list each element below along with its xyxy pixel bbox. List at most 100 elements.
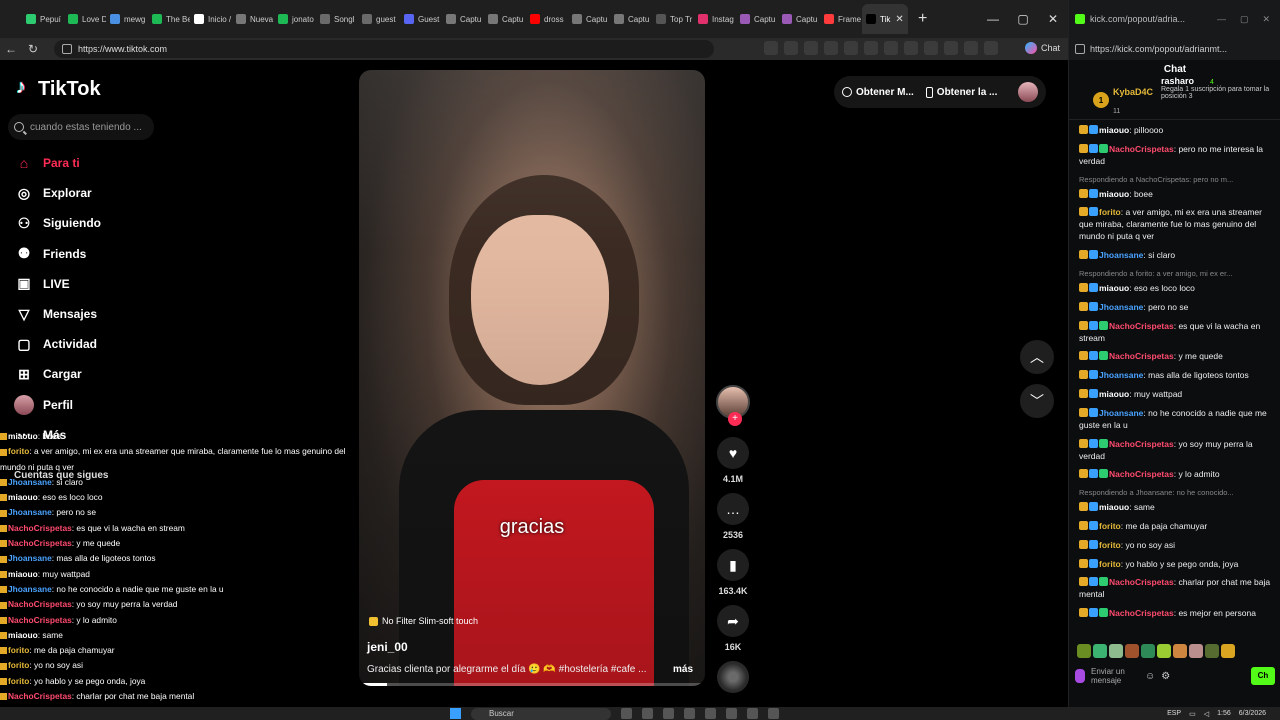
chat-username[interactable]: forito — [1099, 559, 1121, 569]
app-icon[interactable] — [705, 708, 716, 719]
reload-icon[interactable]: ↻ — [22, 42, 44, 56]
chat-username[interactable]: NachoCrispetas — [1109, 144, 1174, 154]
follow-plus-icon[interactable]: + — [728, 412, 742, 426]
favorites-icon[interactable] — [964, 41, 978, 55]
chat-message[interactable]: NachoCrispetas: yo soy muy perra la verd… — [1079, 438, 1277, 462]
chat-message[interactable]: miaouo: eso es loco loco — [1079, 282, 1277, 294]
browser-tab[interactable]: The Be — [148, 4, 190, 34]
chat-message[interactable]: Jhoansane: no he conocido a nadie que me… — [1079, 407, 1277, 431]
emote-icon[interactable] — [1173, 644, 1187, 658]
extension-icon[interactable] — [764, 41, 778, 55]
sidebar-item[interactable]: ⚇ Siguiendo — [14, 208, 194, 238]
browser-tab[interactable]: Songl — [316, 4, 358, 34]
emoji-icon[interactable]: ☺ — [1145, 671, 1155, 682]
browser-tab[interactable]: Captu — [778, 4, 820, 34]
browser-tab[interactable]: jonato — [274, 4, 316, 34]
emote-icon[interactable] — [1205, 644, 1219, 658]
chat-message[interactable]: NachoCrispetas: y lo admito — [1079, 468, 1277, 480]
browser-tab[interactable]: Captu — [610, 4, 652, 34]
creator-profile[interactable]: + — [712, 385, 754, 426]
chat-message[interactable]: NachoCrispetas: charlar por chat me baja… — [1079, 576, 1277, 600]
chat-message[interactable]: miaouo: pilloooo — [1079, 124, 1277, 136]
volume-icon[interactable]: ◁ — [1204, 710, 1209, 718]
maximize-button[interactable]: ▢ — [1240, 14, 1249, 25]
sidebar-item[interactable]: ⚉ Friends — [14, 239, 194, 269]
clock-time[interactable]: 1:56 — [1217, 710, 1231, 717]
app-icon[interactable] — [747, 708, 758, 719]
comment-button[interactable]: … 2536 — [712, 493, 754, 540]
minimize-button[interactable]: — — [1217, 14, 1226, 25]
browser-tab[interactable]: Captu — [484, 4, 526, 34]
back-icon[interactable]: ← — [0, 42, 22, 56]
taskbar-search[interactable]: Buscar — [471, 707, 611, 720]
get-coins-button[interactable]: Obtener M... — [842, 87, 914, 98]
start-icon[interactable] — [450, 708, 461, 719]
chat-username[interactable]: miaouo — [1099, 125, 1129, 135]
user-avatar[interactable] — [1018, 82, 1038, 102]
chat-username[interactable]: forito — [1099, 540, 1121, 550]
video-progress-bar[interactable] — [359, 683, 705, 686]
emote-icon[interactable] — [1125, 644, 1139, 658]
chat-message[interactable]: miaouo: muy wattpad — [1079, 388, 1277, 400]
browser-tab[interactable]: Instag — [694, 4, 736, 34]
browser-tab[interactable]: Captu — [442, 4, 484, 34]
gift-leaderboard-slot[interactable]: rasharo 4 Regala 1 suscripción para toma… — [1161, 76, 1271, 100]
sidebar-item[interactable]: ◎ Explorar — [14, 178, 194, 208]
maximize-button[interactable]: ▢ — [1008, 12, 1038, 26]
close-button[interactable]: ✕ — [1038, 12, 1068, 26]
chat-username[interactable]: Jhoansane — [1099, 370, 1143, 380]
browser-tab[interactable]: Captu — [568, 4, 610, 34]
browser-tab[interactable]: Nueva — [232, 4, 274, 34]
emote-icon[interactable] — [1141, 644, 1155, 658]
extension-icon[interactable] — [924, 41, 938, 55]
chat-username[interactable]: NachoCrispetas — [1109, 439, 1174, 449]
chat-message[interactable]: miaouo: same — [1079, 501, 1277, 513]
sidebar-item[interactable]: ⌂ Para ti — [14, 148, 194, 178]
send-chat-button[interactable]: Ch — [1251, 667, 1275, 685]
previous-video-button[interactable]: ︿ — [1020, 340, 1054, 374]
chat-username[interactable]: NachoCrispetas — [1109, 608, 1174, 618]
app-icon[interactable] — [642, 708, 653, 719]
chat-message[interactable]: NachoCrispetas: es que vi la wacha en st… — [1079, 320, 1277, 344]
like-button[interactable]: ♥ 4.1M — [712, 437, 754, 484]
next-video-button[interactable]: ﹀ — [1020, 384, 1054, 418]
more-link[interactable]: más — [673, 664, 693, 675]
chat-message[interactable]: forito: yo hablo y se pego onda, joya — [1079, 558, 1277, 570]
extension-icon[interactable] — [864, 41, 878, 55]
extension-icon[interactable] — [884, 41, 898, 55]
chat-input[interactable]: Enviar un mensaje — [1091, 667, 1139, 685]
chat-message[interactable]: NachoCrispetas: pero no me interesa la v… — [1079, 143, 1277, 167]
browser-tab[interactable]: dross — [526, 4, 568, 34]
language-indicator[interactable]: ESP — [1167, 710, 1181, 717]
sidebar-item[interactable]: ▽ Mensajes — [14, 299, 194, 329]
chat-message[interactable]: NachoCrispetas: y me quede — [1079, 350, 1277, 362]
app-icon[interactable] — [621, 708, 632, 719]
browser-tab[interactable]: Top Tr — [652, 4, 694, 34]
mic-icon[interactable] — [1075, 669, 1085, 683]
save-button[interactable]: ▮ 163.4K — [712, 549, 754, 596]
settings-icon[interactable]: ⚙ — [1161, 671, 1170, 682]
browser-tab[interactable]: guest — [358, 4, 400, 34]
chat-username[interactable]: NachoCrispetas — [1109, 321, 1174, 331]
app-icon[interactable] — [663, 708, 674, 719]
chat-username[interactable]: miaouo — [1099, 389, 1129, 399]
copilot-button[interactable]: Chat — [1024, 42, 1060, 54]
chat-message[interactable]: forito: a ver amigo, mi ex era una strea… — [1079, 206, 1277, 242]
network-icon[interactable]: ▭ — [1189, 710, 1196, 718]
extension-icon[interactable] — [904, 41, 918, 55]
chat-username[interactable]: NachoCrispetas — [1109, 577, 1174, 587]
kick-address-bar[interactable]: https://kick.com/popout/adrianmt... — [1069, 38, 1280, 60]
chat-username[interactable]: NachoCrispetas — [1109, 469, 1174, 479]
close-tab-icon[interactable]: ✕ — [895, 14, 903, 25]
app-icon[interactable] — [684, 708, 695, 719]
sidebar-item[interactable]: ▣ LIVE — [14, 269, 194, 299]
chat-message[interactable]: Jhoansane: pero no se — [1079, 301, 1277, 313]
sidebar-item[interactable]: ▢ Actividad — [14, 329, 194, 359]
app-icon[interactable] — [726, 708, 737, 719]
extension-icon[interactable] — [844, 41, 858, 55]
get-app-button[interactable]: Obtener la ... — [925, 86, 997, 98]
chat-username[interactable]: miaouo — [1099, 189, 1129, 199]
clock-date[interactable]: 6/3/2026 — [1239, 710, 1266, 717]
chat-username[interactable]: forito — [1099, 207, 1121, 217]
chat-username[interactable]: forito — [1099, 521, 1121, 531]
